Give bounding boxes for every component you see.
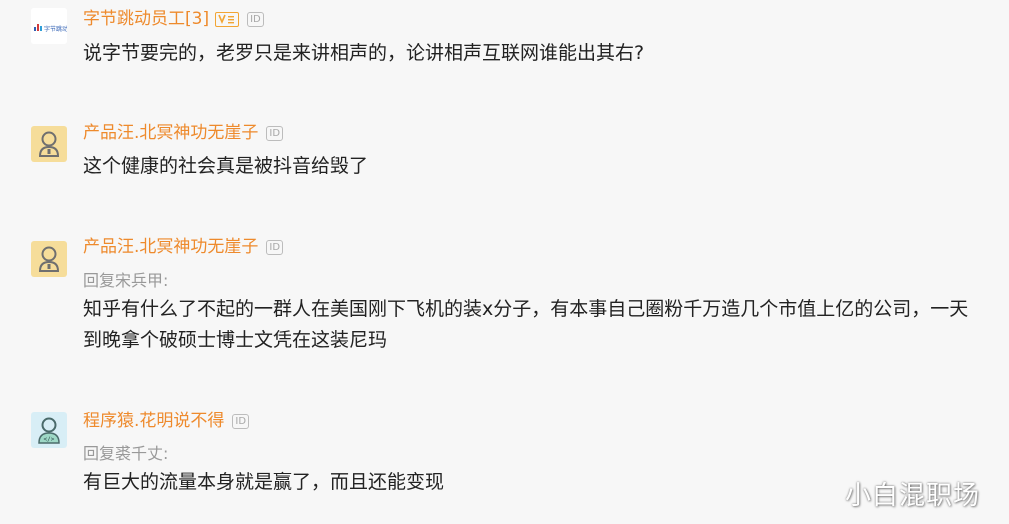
id-badge: ID [266,125,284,141]
company-logo-icon: 字节跳动 [31,8,67,44]
avatar[interactable]: </> [31,412,67,448]
author-name[interactable]: 产品汪.北冥神功无崖子 [83,122,258,144]
avatar[interactable] [31,126,67,162]
comment-item: 产品汪.北冥神功无崖子 ID 回复宋兵甲: 知乎有什么了不起的一群人在美国刚下飞… [0,225,1009,395]
id-badge: ID [247,11,264,27]
reply-to-label[interactable]: 回复裘千丈: [83,443,168,465]
avatar[interactable] [31,241,67,277]
avatar[interactable]: 字节跳动 [31,8,67,44]
product-avatar-icon [31,126,67,162]
author-name[interactable]: 程序猿.花明说不得 [83,410,224,432]
product-avatar-icon [31,241,67,277]
author-name[interactable]: 字节跳动员工[3] [83,8,209,30]
avatar-logo-text: 字节跳动 [44,25,67,33]
comment-item: 产品汪.北冥神功无崖子 ID 这个健康的社会真是被抖音给毁了 [0,110,1009,220]
id-badge: ID [232,413,250,429]
comment-content: 说字节要完的，老罗只是来讲相声的，论讲相声互联网谁能出其右? [83,42,645,64]
verified-badge-icon [215,11,240,27]
svg-text:</>: </> [44,436,55,443]
comment-content: 知乎有什么了不起的一群人在美国刚下飞机的装x分子，有本事自己圈粉千万造几个市值上… [83,298,969,351]
comment-content: 这个健康的社会真是被抖音给毁了 [83,155,369,177]
comment-item: 字节跳动 字节跳动员工[3] ID 说字节要完的，老罗只是来讲相声的，论讲相声互… [0,0,1009,110]
author-name[interactable]: 产品汪.北冥神功无崖子 [83,236,258,258]
watermark-text: 小白混职场 [845,481,981,511]
id-badge: ID [266,239,284,255]
programmer-avatar-icon: </> [31,412,67,448]
reply-to-label[interactable]: 回复宋兵甲: [83,270,168,292]
